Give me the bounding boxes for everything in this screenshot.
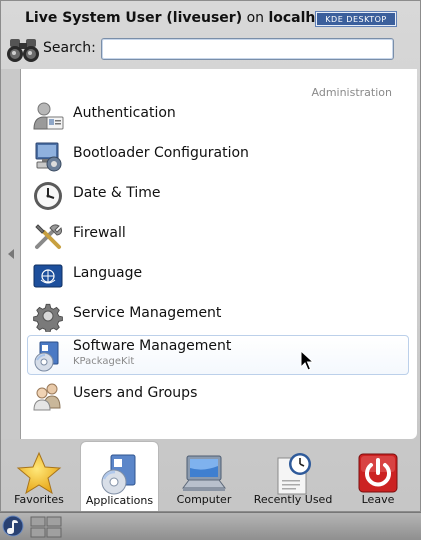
tab-favorites[interactable]: Favorites <box>5 441 73 511</box>
launcher-tabs: Favorites Applications Computer Recently… <box>1 441 420 511</box>
desktop-pager-icon[interactable] <box>30 516 62 538</box>
tab-label: Recently Used <box>253 493 333 506</box>
clock-icon <box>34 182 62 210</box>
app-item-date-time[interactable]: Date & Time <box>27 175 409 215</box>
tab-label: Computer <box>176 493 232 506</box>
tab-applications[interactable]: Applications <box>80 441 159 511</box>
app-name: Users and Groups <box>73 385 198 401</box>
user-name: Live System User (liveuser) <box>25 10 243 26</box>
language-flag-icon <box>33 264 63 288</box>
binoculars-icon <box>7 39 39 62</box>
users-icon <box>33 383 61 411</box>
tab-label: Leave <box>361 493 395 506</box>
host-name: localhost <box>268 10 315 26</box>
user-host-line: Live System User (liveuser) on localhost <box>25 10 315 26</box>
applications-panel: Administration Authentication Bootloader… <box>21 69 417 439</box>
app-item-bootloader[interactable]: Bootloader Configuration <box>27 135 409 175</box>
app-name: Service Management <box>73 305 222 321</box>
app-name: Date & Time <box>73 185 161 201</box>
app-name: Bootloader Configuration <box>73 145 249 161</box>
app-item-users-groups[interactable]: Users and Groups <box>27 375 409 415</box>
package-cd-icon <box>34 341 59 372</box>
search-input[interactable] <box>101 38 394 60</box>
app-name: Language <box>73 265 143 281</box>
app-name: Authentication <box>73 105 176 121</box>
back-arrow-strip[interactable] <box>1 69 21 439</box>
tab-label: Favorites <box>14 493 64 506</box>
on-text: on <box>246 10 265 26</box>
tab-computer[interactable]: Computer <box>167 441 241 511</box>
launcher-header: Live System User (liveuser) on localhost… <box>1 1 420 67</box>
taskbar <box>0 512 421 540</box>
app-item-service-management[interactable]: Service Management <box>27 295 409 335</box>
left-arrow-icon <box>7 249 14 259</box>
app-subtitle: KPackageKit <box>73 356 135 367</box>
app-item-software-management[interactable]: Software Management KPackageKit <box>27 335 409 375</box>
app-list: Authentication Bootloader Configuration <box>27 95 411 415</box>
search-label: Search: <box>43 40 96 56</box>
authentication-icon <box>33 102 64 130</box>
tab-label: Applications <box>85 494 154 507</box>
app-item-language[interactable]: Language <box>27 255 409 295</box>
tab-leave[interactable]: Leave <box>347 441 409 511</box>
app-item-firewall[interactable]: Firewall <box>27 215 409 255</box>
gear-icon <box>33 303 63 332</box>
tab-recently-used[interactable]: Recently Used <box>251 441 335 511</box>
fedora-menu-icon[interactable] <box>2 515 24 537</box>
computer-icon <box>182 455 226 491</box>
applications-icon <box>101 454 135 495</box>
bootloader-icon <box>35 142 62 172</box>
star-icon <box>16 451 62 495</box>
kickoff-launcher: Live System User (liveuser) on localhost… <box>0 0 421 512</box>
power-icon <box>358 453 398 493</box>
firewall-tools-icon <box>35 224 62 249</box>
app-item-authentication[interactable]: Authentication <box>27 95 409 135</box>
app-name: Firewall <box>73 225 126 241</box>
kde-desktop-badge: KDE DESKTOP <box>315 11 397 27</box>
mouse-cursor-icon <box>300 350 314 371</box>
app-name: Software Management <box>73 338 232 354</box>
clock-document-icon <box>277 453 311 495</box>
